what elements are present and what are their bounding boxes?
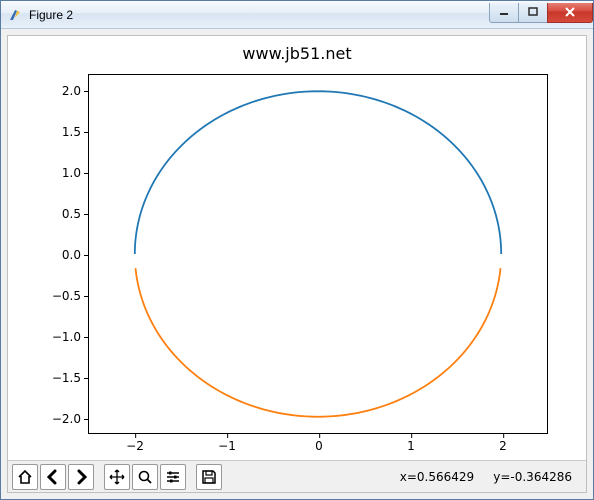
x-tick-label: 1 <box>407 433 415 453</box>
minimize-button[interactable] <box>489 3 519 23</box>
cursor-coordinates: x=0.566429 y=-0.364286 <box>400 470 582 484</box>
back-button[interactable] <box>40 464 66 490</box>
series-upper-arc <box>135 91 501 254</box>
y-tick-label: 0.0 <box>29 248 89 262</box>
tk-feather-icon <box>7 7 23 23</box>
y-tick-label: −0.5 <box>29 289 89 303</box>
y-tick-label: −2.0 <box>29 412 89 426</box>
save-button[interactable] <box>196 464 222 490</box>
line-plot <box>89 75 547 433</box>
x-tick-label: −2 <box>126 433 144 453</box>
y-tick-label: 1.5 <box>29 125 89 139</box>
y-tick-label: 1.0 <box>29 166 89 180</box>
coord-y-value: -0.364286 <box>510 470 572 484</box>
y-tick-label: 2.0 <box>29 84 89 98</box>
chart-title: www.jb51.net <box>8 44 586 63</box>
pan-button[interactable] <box>104 464 130 490</box>
coord-x-label: x= <box>400 470 417 484</box>
y-tick-label: −1.0 <box>29 330 89 344</box>
figure-canvas[interactable]: www.jb51.net −2.0−1.5−1.0−0.50.00.51.01.… <box>7 35 587 493</box>
window-title: Figure 2 <box>29 8 490 22</box>
nav-toolbar: x=0.566429 y=-0.364286 <box>8 460 586 492</box>
titlebar[interactable]: Figure 2 <box>1 1 593 29</box>
plot-area: www.jb51.net −2.0−1.5−1.0−0.50.00.51.01.… <box>8 36 586 460</box>
x-tick-label: 2 <box>499 433 507 453</box>
zoom-button[interactable] <box>132 464 158 490</box>
home-button[interactable] <box>12 464 38 490</box>
series-lower-arc <box>135 268 500 417</box>
y-tick-label: −1.5 <box>29 371 89 385</box>
forward-button[interactable] <box>68 464 94 490</box>
coord-x-value: 0.566429 <box>417 470 474 484</box>
x-tick-label: −1 <box>218 433 236 453</box>
axes: −2.0−1.5−1.0−0.50.00.51.01.52.0−2−1012 <box>88 74 548 434</box>
y-tick-label: 0.5 <box>29 207 89 221</box>
coord-y-label: y= <box>493 470 510 484</box>
maximize-button[interactable] <box>518 3 548 23</box>
configure-subplots-button[interactable] <box>160 464 186 490</box>
x-tick-label: 0 <box>315 433 323 453</box>
close-button[interactable] <box>547 3 593 23</box>
app-window: Figure 2 www.jb51.net −2.0−1.5−1.0−0.50.… <box>0 0 594 500</box>
window-controls <box>490 3 593 23</box>
